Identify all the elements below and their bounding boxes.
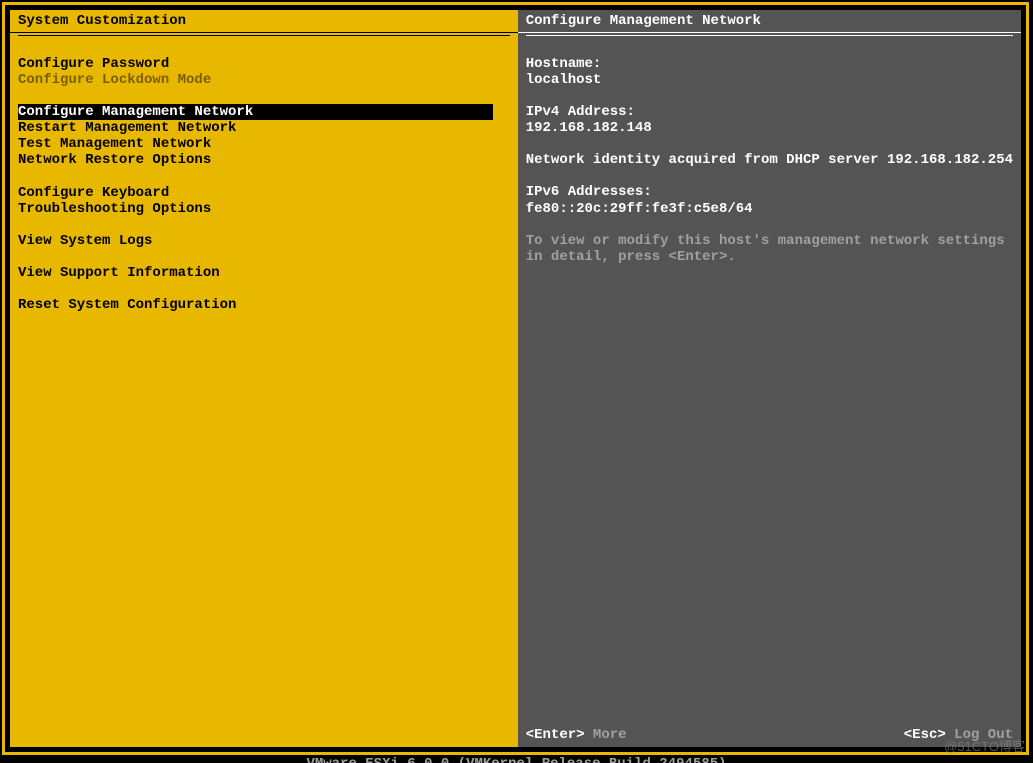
menu-item[interactable]: View Support Information [18, 265, 510, 281]
menu-group: Reset System Configuration [18, 297, 510, 313]
dhcp-block: Network identity acquired from DHCP serv… [526, 152, 1013, 168]
menu-item[interactable]: Troubleshooting Options [18, 201, 510, 217]
menu-item[interactable]: Restart Management Network [18, 120, 510, 136]
footer-version: VMware ESXi 6.0.0 (VMKernel Release Buil… [0, 756, 1033, 763]
esc-key: <Esc> [904, 727, 946, 743]
menu-group: Configure PasswordConfigure Lockdown Mod… [18, 56, 510, 88]
main-frame: System Customization Configure PasswordC… [2, 2, 1029, 755]
menu-group: View System Logs [18, 233, 510, 249]
ipv6-label: IPv6 Addresses: [526, 184, 1013, 200]
ipv4-block: IPv4 Address: 192.168.182.148 [526, 104, 1013, 136]
dhcp-text: Network identity acquired from DHCP serv… [526, 152, 1013, 168]
left-panel: System Customization Configure PasswordC… [8, 8, 518, 749]
detail-body: Hostname: localhost IPv4 Address: 192.16… [518, 36, 1021, 747]
ipv4-label: IPv4 Address: [526, 104, 1013, 120]
menu-item[interactable]: Test Management Network [18, 136, 510, 152]
menu-item[interactable]: Configure Keyboard [18, 185, 510, 201]
menu-item[interactable]: View System Logs [18, 233, 510, 249]
menu-group: View Support Information [18, 265, 510, 281]
enter-label: More [585, 727, 627, 743]
watermark: @51CTO博客 [944, 736, 1025, 755]
enter-hint[interactable]: <Enter> More [526, 727, 627, 743]
bottom-bar: <Enter> More <Esc> Log Out [526, 727, 1013, 743]
hostname-block: Hostname: localhost [526, 56, 1013, 88]
hostname-value: localhost [526, 72, 1013, 88]
ipv6-value: fe80::20c:29ff:fe3f:c5e8/64 [526, 201, 1013, 217]
ipv6-block: IPv6 Addresses: fe80::20c:29ff:fe3f:c5e8… [526, 184, 1013, 216]
right-panel: Configure Management Network Hostname: l… [518, 8, 1023, 749]
menu-item[interactable]: Configure Lockdown Mode [18, 72, 510, 88]
hint-text: To view or modify this host's management… [526, 233, 1013, 265]
menu-group: Configure KeyboardTroubleshooting Option… [18, 185, 510, 217]
menu-group: Configure Management NetworkRestart Mana… [18, 104, 510, 168]
menu-item[interactable]: Reset System Configuration [18, 297, 510, 313]
left-panel-title: System Customization [10, 10, 518, 33]
menu-item[interactable]: Configure Password [18, 56, 510, 72]
ipv4-value: 192.168.182.148 [526, 120, 1013, 136]
right-panel-title: Configure Management Network [518, 10, 1021, 33]
menu-list: Configure PasswordConfigure Lockdown Mod… [10, 36, 518, 747]
menu-item[interactable]: Configure Management Network [18, 104, 493, 120]
hostname-label: Hostname: [526, 56, 1013, 72]
menu-item[interactable]: Network Restore Options [18, 152, 510, 168]
enter-key: <Enter> [526, 727, 585, 743]
